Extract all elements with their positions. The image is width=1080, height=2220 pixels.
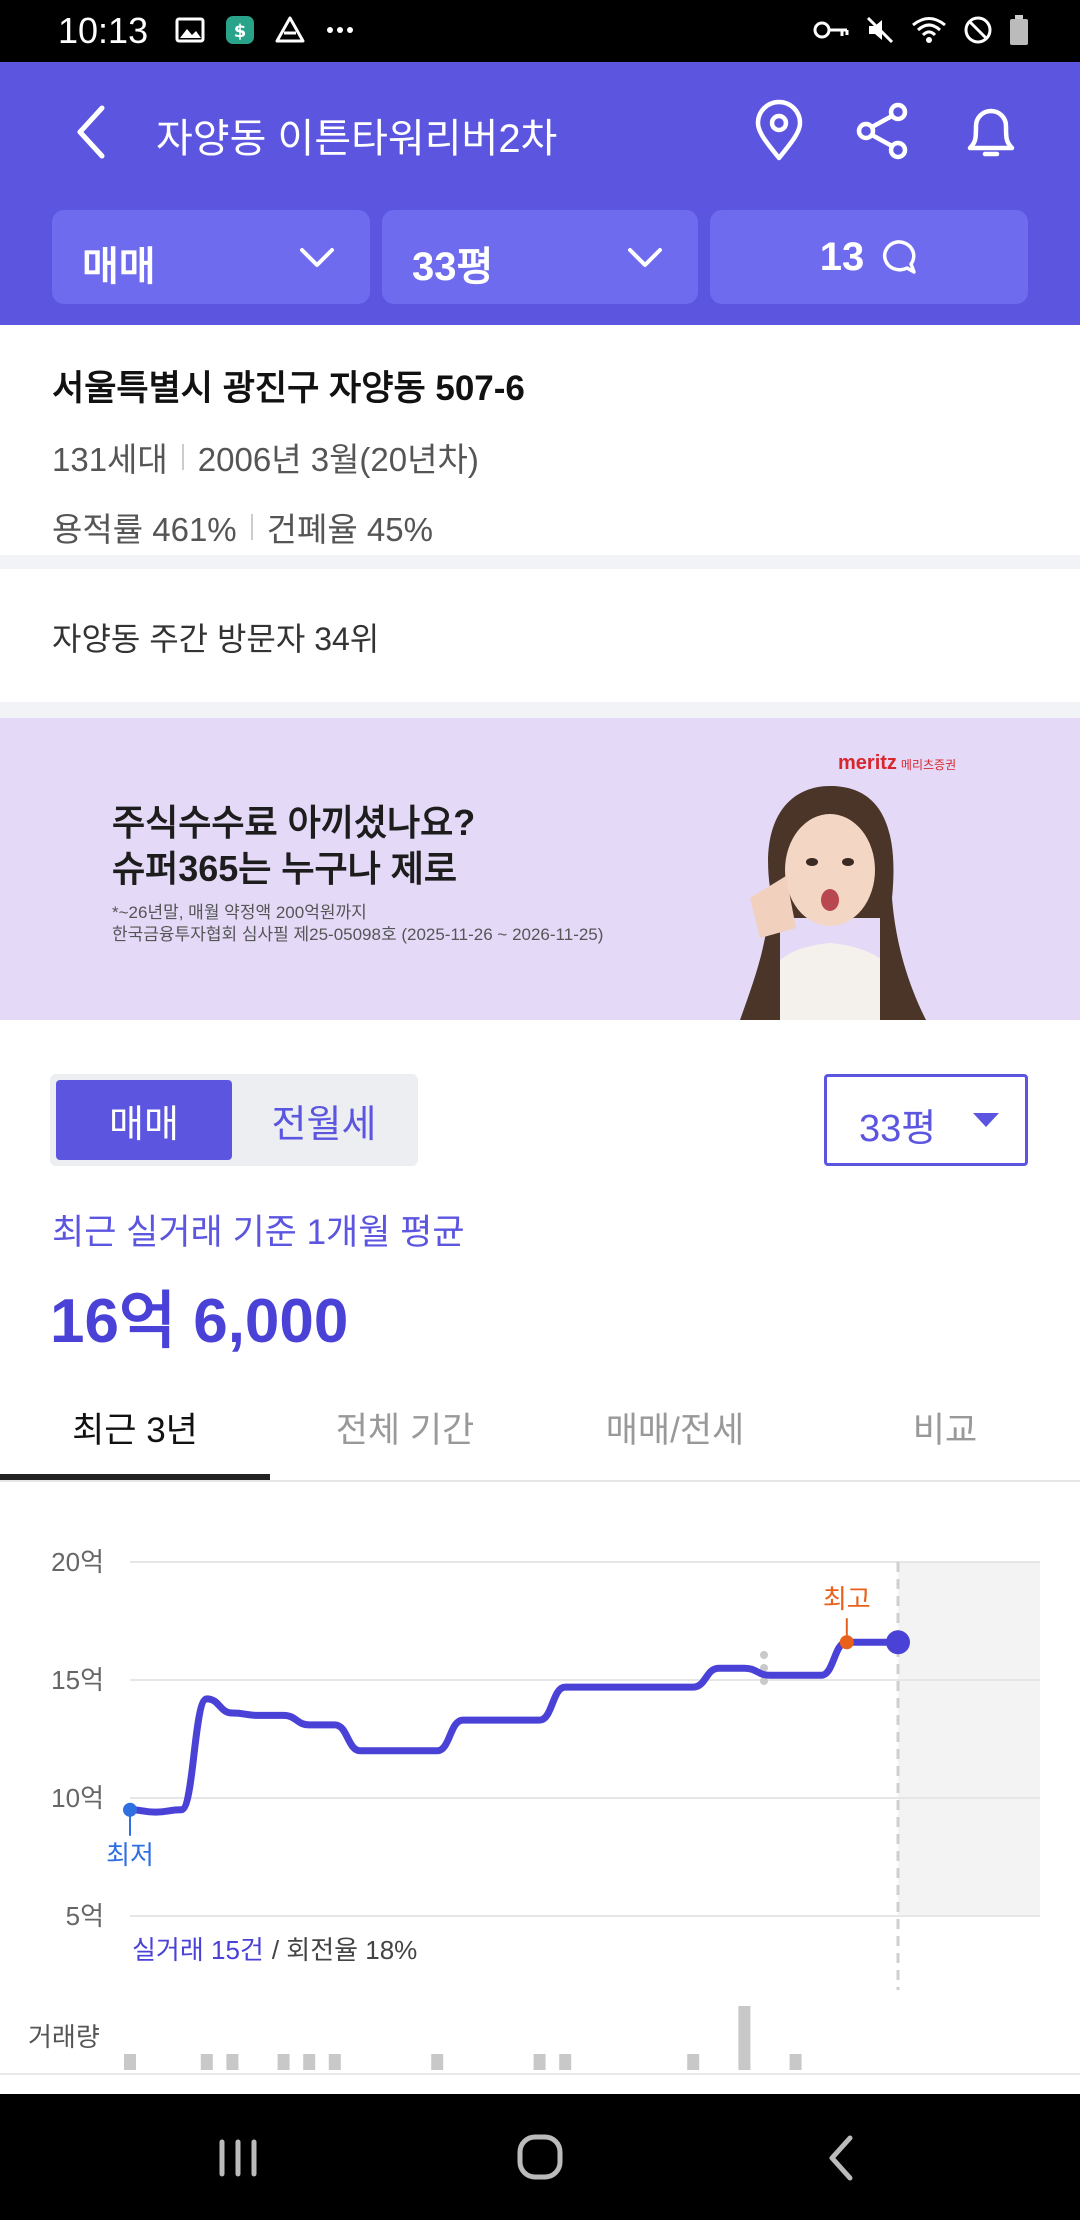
status-bar: 10:13 $ — [0, 0, 1080, 62]
visitor-rank[interactable]: 자양동 주간 방문자 34위 — [52, 614, 379, 660]
app-notification-icon: $ — [226, 16, 254, 44]
drive-icon — [275, 16, 305, 43]
average-label: 최근 실거래 기준 1개월 평균 — [52, 1213, 465, 1252]
trade-count: 실거래 15건 — [132, 1935, 264, 1965]
tab-all-period[interactable]: 전체 기간 — [270, 1372, 540, 1482]
battery-icon — [1010, 15, 1028, 45]
y-tick-label: 20억 — [51, 1547, 104, 1577]
trade-type-label: 매매 — [82, 245, 156, 289]
price-line — [126, 1638, 902, 1816]
max-point — [839, 1635, 854, 1650]
volume-bar — [687, 2054, 700, 2070]
size-label: 33평 — [412, 245, 494, 289]
volume-bar — [533, 2054, 546, 2070]
toggle-sale[interactable]: 매매 — [56, 1080, 232, 1160]
volume-bar — [303, 2054, 316, 2070]
turnover-rate: / 회전율 18% — [272, 1935, 417, 1965]
tab-compare[interactable]: 비교 — [810, 1372, 1080, 1482]
ad-brand-sub: 메리츠증권 — [900, 758, 957, 772]
average-price: 16억 6,000 — [50, 1287, 349, 1356]
households: 131세대 — [52, 441, 168, 478]
section-divider — [0, 702, 1080, 718]
location-pin-icon[interactable] — [746, 98, 812, 164]
volume-bar — [200, 2054, 213, 2070]
ad-headline-1: 주식수수료 아끼셨나요? — [112, 802, 476, 843]
chart-size-select[interactable]: 33평 — [824, 1074, 1028, 1166]
chat-bubble-icon — [883, 240, 916, 274]
chevron-down-icon — [628, 248, 662, 267]
address-full: 서울특별시 광진구 자양동 507-6 — [52, 369, 525, 408]
y-tick-label: 15억 — [51, 1665, 104, 1695]
caret-down-icon — [973, 1113, 999, 1127]
floor-area-ratio: 용적률 461% — [52, 511, 237, 548]
tab-recent-3y[interactable]: 최근 3년 — [0, 1372, 270, 1482]
address-section: 서울특별시 광진구 자양동 507-6 131세대 2006년 3월(20년차)… — [52, 360, 1032, 551]
ad-footnote-2: 한국금융투자협회 심사필 제25-05098호 (2025-11-26 ~ 20… — [112, 925, 604, 944]
volume-bar — [226, 2054, 239, 2070]
trade-toggle: 매매 전월세 — [50, 1074, 418, 1166]
toggle-rent[interactable]: 전월세 — [236, 1080, 412, 1160]
section-divider — [0, 555, 1080, 569]
comments-button[interactable]: 13 — [710, 210, 1028, 304]
ad-footnote: *~26년말, 매월 약정액 200억원까지 한국금융투자협회 심사필 제25-… — [112, 902, 603, 946]
bell-icon[interactable] — [958, 98, 1024, 164]
image-icon — [175, 17, 205, 43]
comments-count: 13 — [819, 234, 865, 279]
ad-brand-logo: meritz 메리츠증권 — [838, 752, 956, 775]
trade-summary: 실거래 15건 / 회전율 18% — [132, 1935, 417, 1965]
min-point — [123, 1802, 137, 1817]
period-tabs: 최근 3년 전체 기간 매매/전세 비교 — [0, 1372, 1080, 1482]
app-header: 자양동 이튼타워리버2차 매매 33평 13 — [0, 62, 1080, 325]
y-tick-label: 5억 — [66, 1901, 104, 1931]
volume-bar — [328, 2054, 341, 2070]
ad-footnote-1: *~26년말, 매월 약정액 200억원까지 — [112, 903, 367, 922]
volume-bar — [738, 2006, 751, 2070]
page-title: 자양동 이튼타워리버2차 — [156, 117, 558, 161]
volume-bar — [559, 2054, 572, 2070]
building-info: 131세대 2006년 3월(20년차) — [52, 433, 1032, 481]
recent-apps-icon[interactable] — [208, 2132, 268, 2184]
drag-handle-icon[interactable] — [760, 1651, 768, 1685]
home-icon[interactable] — [510, 2132, 570, 2184]
ad-brand-name: meritz — [838, 752, 897, 774]
chevron-down-icon — [300, 248, 334, 267]
volume-bar — [277, 2054, 290, 2070]
share-icon[interactable] — [850, 98, 916, 164]
size-dropdown[interactable]: 33평 — [382, 210, 698, 304]
do-not-disturb-icon — [964, 16, 992, 44]
volume-bar — [124, 2054, 136, 2070]
building-coverage: 건폐율 45% — [266, 511, 433, 548]
built-year: 2006년 3월(20년차) — [197, 441, 479, 478]
max-label: 최고 — [823, 1584, 871, 1614]
back-icon[interactable] — [812, 2132, 872, 2184]
future-shade — [898, 1562, 1040, 1916]
active-tab-indicator — [0, 1474, 270, 1480]
more-dots-icon — [327, 27, 353, 33]
ad-headline-2: 슈퍼365는 누구나 제로 — [112, 848, 458, 889]
vpn-key-icon — [813, 21, 849, 39]
ad-banner[interactable]: 주식수수료 아끼셨나요? 슈퍼365는 누구나 제로 *~26년말, 매월 약정… — [0, 718, 1080, 1020]
svg-text:$: $ — [234, 21, 247, 42]
volume-label: 거래량 — [28, 2022, 100, 2052]
chart-size-value: 33평 — [859, 1108, 937, 1150]
min-label: 최저 — [106, 1840, 154, 1870]
back-arrow-icon[interactable] — [68, 102, 114, 162]
ratio-info: 용적률 461% 건폐율 45% — [52, 503, 1032, 551]
volume-bar — [789, 2054, 802, 2070]
mute-icon — [866, 16, 894, 44]
volume-bar — [431, 2054, 444, 2070]
current-point — [886, 1630, 910, 1655]
tab-sale-vs-lease[interactable]: 매매/전세 — [540, 1372, 810, 1482]
system-nav-bar — [0, 2094, 1080, 2220]
ad-model-image — [740, 786, 926, 1020]
trade-type-dropdown[interactable]: 매매 — [52, 210, 370, 304]
wifi-icon — [912, 17, 946, 43]
ad-headline: 주식수수료 아끼셨나요? 슈퍼365는 누구나 제로 — [112, 800, 475, 892]
status-time: 10:13 — [58, 10, 149, 51]
price-chart[interactable]: 20억 15억 10억 5억 최저 최고 거래량 실거래 15건 / 회전율 18% — [0, 1500, 1080, 2090]
y-tick-label: 10억 — [51, 1783, 104, 1813]
divider — [250, 514, 253, 540]
divider — [181, 444, 184, 470]
